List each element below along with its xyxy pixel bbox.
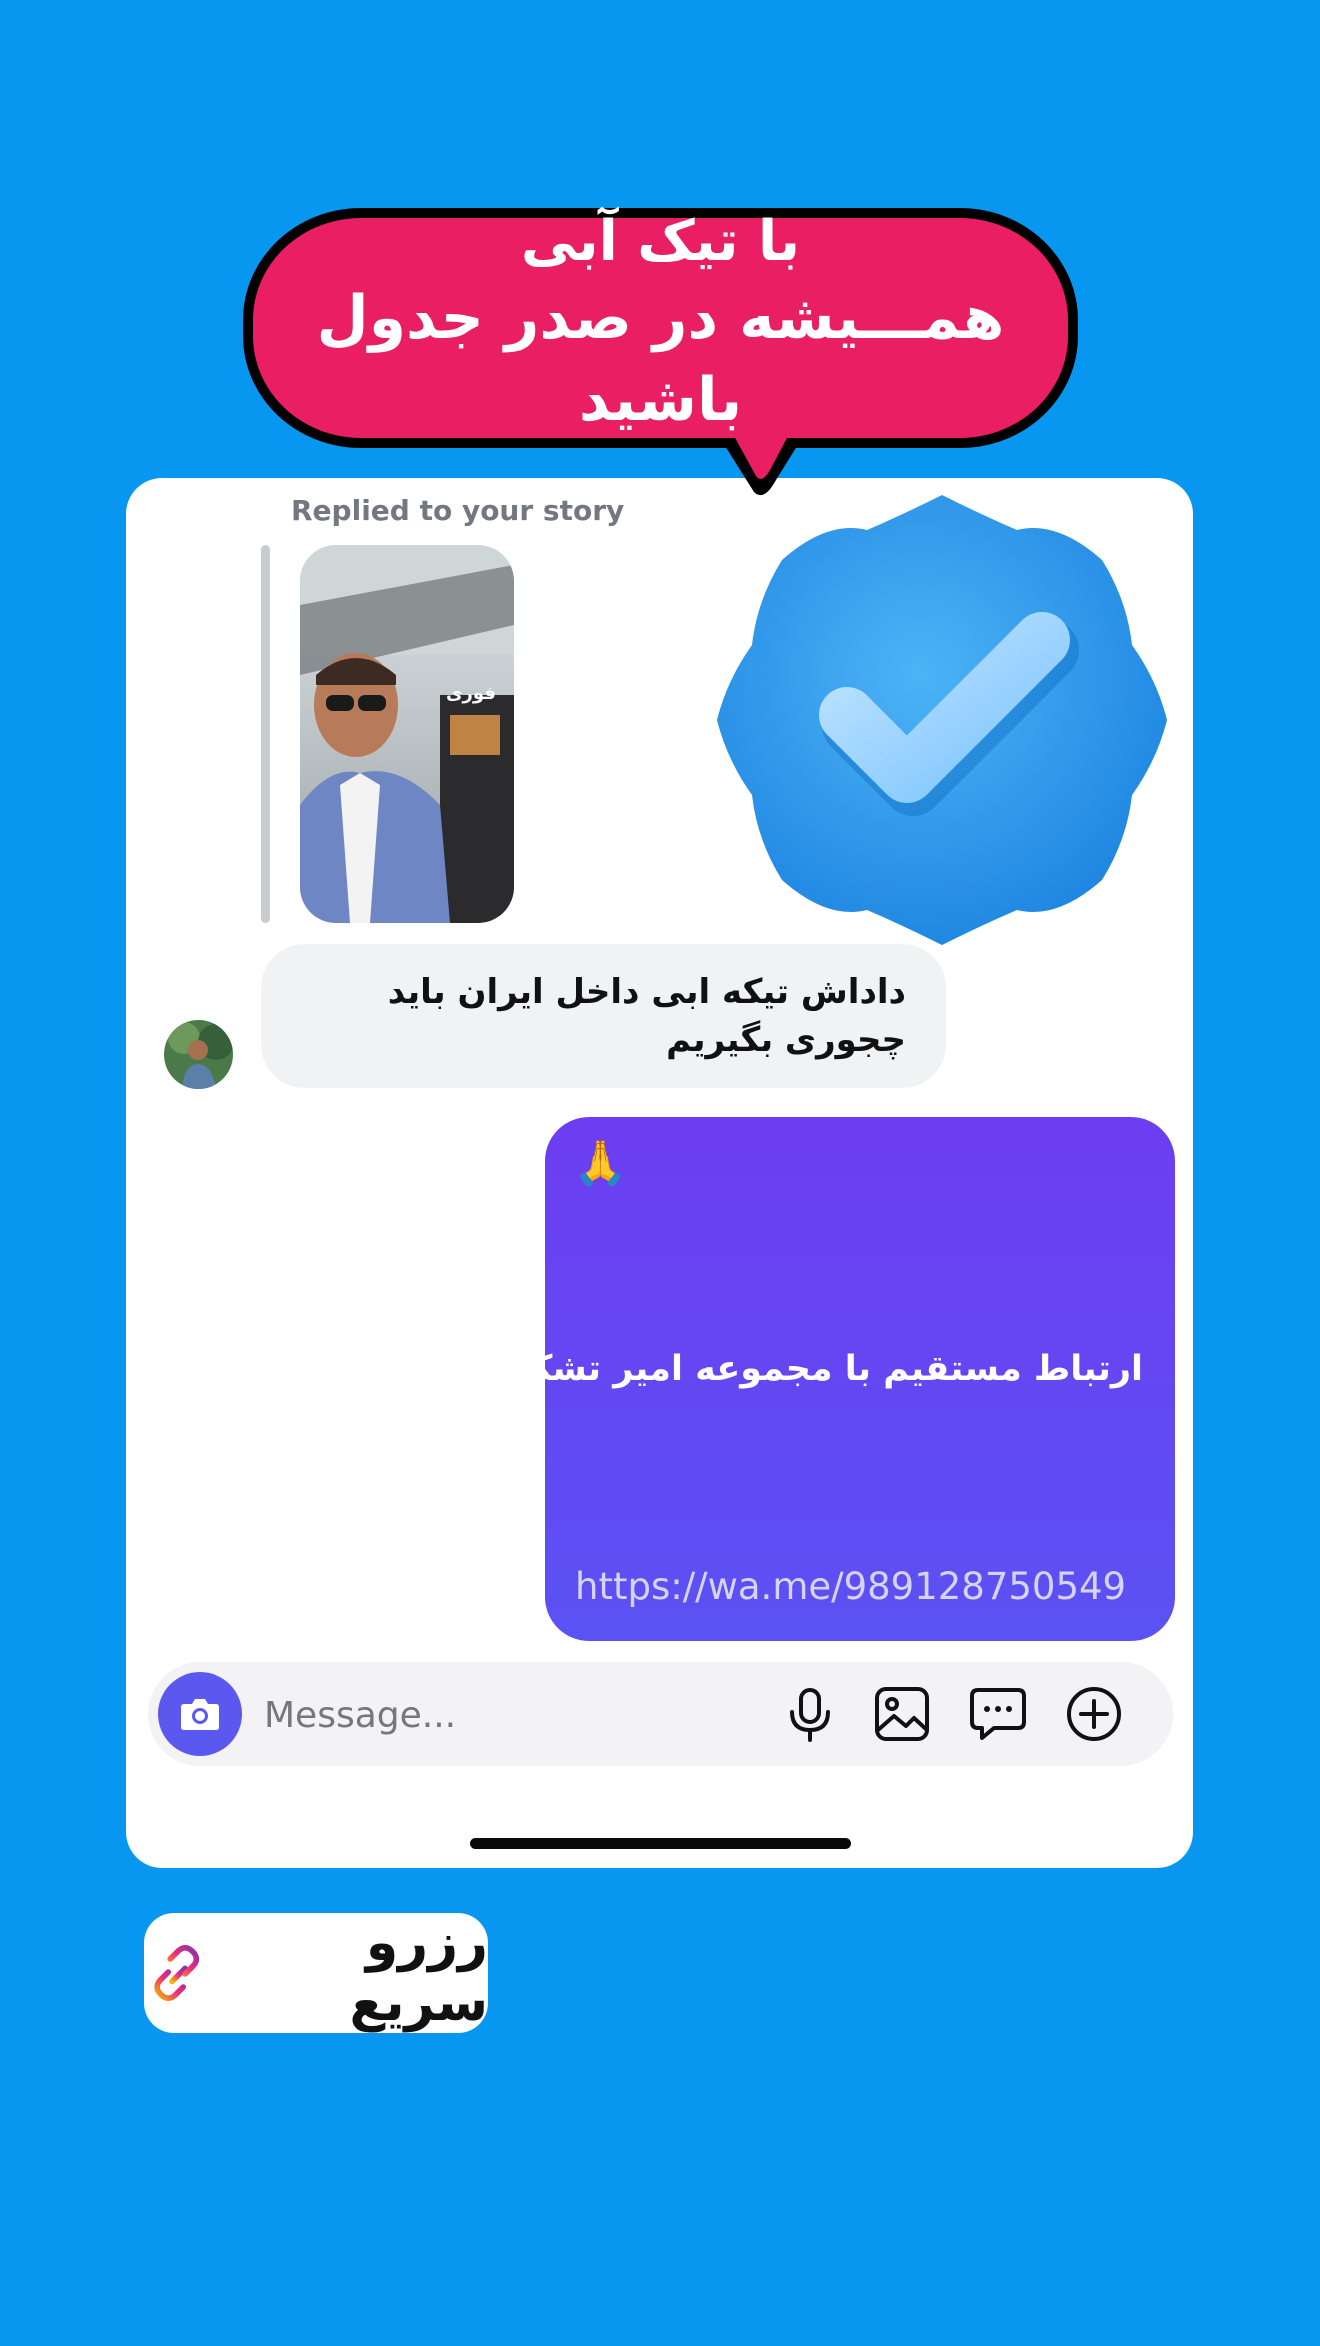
quick-reserve-button[interactable]: رزرو سریع: [144, 1913, 488, 2033]
sender-avatar[interactable]: [164, 1020, 233, 1089]
story-caption: فوری: [446, 683, 496, 704]
message-composer: [148, 1662, 1173, 1766]
microphone-icon[interactable]: [780, 1684, 840, 1744]
quick-reserve-label: رزرو سریع: [349, 1913, 488, 2033]
sticker-chat-icon[interactable]: [968, 1684, 1028, 1744]
plus-icon[interactable]: [1064, 1684, 1124, 1744]
banner-speech-bubble: با تیک آبی همـــیشه در صدر جدول باشید: [243, 208, 1078, 448]
verified-badge-icon: [717, 495, 1167, 945]
banner-line-1: با تیک آبی: [520, 209, 801, 274]
replied-to-story-label: Replied to your story: [291, 494, 625, 527]
camera-icon: [181, 1699, 219, 1730]
message-input[interactable]: [262, 1688, 626, 1742]
incoming-message-bubble[interactable]: داداش تیکه ابی داخل ایران باید چجوری بگی…: [261, 944, 946, 1088]
story-photo: [300, 545, 514, 923]
story-reply-bar: [261, 545, 270, 923]
outgoing-message-text: ارتباط مستقیم با مجموعه امیر تشکر: [510, 1349, 1143, 1389]
link-icon: [154, 1944, 200, 2002]
outgoing-message-bubble[interactable]: 🙏 ارتباط مستقیم با مجموعه امیر تشکر http…: [510, 1117, 1175, 1641]
speech-bubble-tail: [720, 436, 802, 496]
incoming-message-text: داداش تیکه ابی داخل ایران باید چجوری بگی…: [387, 972, 906, 1060]
whatsapp-link[interactable]: https://wa.me/989128750549: [575, 1565, 1126, 1608]
camera-button[interactable]: [158, 1672, 242, 1756]
gallery-icon[interactable]: [872, 1684, 932, 1744]
banner-line-2: همـــیشه در صدر جدول باشید: [316, 283, 1005, 435]
praying-hands-emoji: 🙏: [573, 1138, 628, 1189]
story-thumbnail[interactable]: فوری: [300, 545, 514, 923]
home-indicator: [470, 1838, 851, 1849]
